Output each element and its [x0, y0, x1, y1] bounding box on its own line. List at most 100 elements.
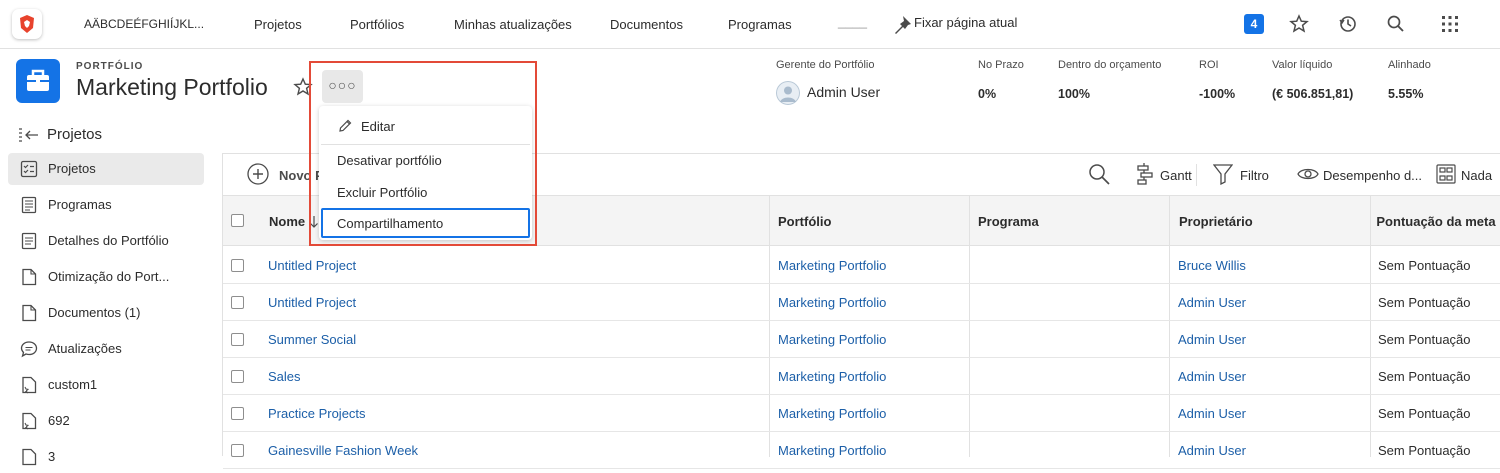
nav-programs[interactable]: Programas — [728, 17, 792, 32]
portfolio-header: PORTFÓLIO Marketing Portfolio ○○○ Gerent… — [0, 49, 1500, 117]
owner-link[interactable]: Admin User — [1178, 332, 1246, 347]
sidebar-item-692[interactable]: 692 — [8, 405, 204, 437]
view-selector[interactable]: Desempenho d... — [1323, 168, 1422, 183]
project-name-link[interactable]: Summer Social — [268, 332, 356, 347]
row-checkbox[interactable] — [231, 444, 244, 457]
search-icon[interactable] — [1087, 162, 1111, 186]
column-header-portfolio[interactable]: Portfólio — [778, 196, 831, 247]
table-row[interactable]: Gainesville Fashion Week Marketing Portfo… — [223, 432, 1500, 469]
sidebar-item-programs[interactable]: Programas — [8, 189, 204, 221]
sidebar-item-label: Programas — [48, 197, 112, 212]
portfolio-manager-label: Gerente do Portfólio — [776, 59, 875, 71]
group-by-icon[interactable] — [1436, 164, 1456, 184]
nav-blank-item[interactable]: ____ — [838, 14, 867, 29]
top-navigation-bar: AÄBCDEÉFGHIÍJKL... Projetos Portfólios M… — [0, 0, 1500, 49]
row-checkbox[interactable] — [231, 370, 244, 383]
group-by-selector[interactable]: Nada — [1461, 168, 1492, 183]
column-header-owner[interactable]: Proprietário — [1179, 196, 1253, 247]
custom-tab-icon — [20, 412, 38, 430]
net-value-value: (€ 506.851,81) — [1272, 87, 1354, 101]
toolbar-divider — [1196, 164, 1197, 186]
aligned-value: 5.55% — [1388, 87, 1424, 101]
notifications-badge[interactable]: 4 — [1244, 14, 1264, 34]
portfolio-manager-value[interactable]: Admin User — [807, 84, 880, 100]
sidebar-item-3[interactable]: 3 — [8, 441, 204, 473]
owner-link[interactable]: Admin User — [1178, 295, 1246, 310]
table-row[interactable]: Practice Projects Marketing Portfolio Admi… — [223, 395, 1500, 432]
on-time-value: 0% — [978, 87, 997, 101]
goal-score-cell: Sem Pontuação — [1378, 406, 1471, 421]
collapse-sidebar-icon[interactable] — [18, 127, 40, 143]
portfolio-link[interactable]: Marketing Portfolio — [778, 295, 886, 310]
goal-score-cell: Sem Pontuação — [1378, 369, 1471, 384]
portfolio-briefcase-icon — [16, 59, 60, 103]
table-row[interactable]: Untitled Project Marketing Portfolio Admin… — [223, 284, 1500, 321]
project-name-link[interactable]: Untitled Project — [268, 258, 356, 273]
table-row[interactable]: Summer Social Marketing Portfolio Admin Us… — [223, 321, 1500, 358]
on-time-label: No Prazo — [978, 59, 1024, 71]
optimizer-icon — [20, 268, 38, 286]
portfolio-link[interactable]: Marketing Portfolio — [778, 369, 886, 384]
nav-my-updates[interactable]: Minhas atualizações — [454, 17, 572, 32]
row-checkbox[interactable] — [231, 333, 244, 346]
portfolio-link[interactable]: Marketing Portfolio — [778, 332, 886, 347]
owner-link[interactable]: Admin User — [1178, 406, 1246, 421]
sidebar-item-label: Documentos (1) — [48, 305, 141, 320]
row-checkbox[interactable] — [231, 407, 244, 420]
sidebar-item-custom1[interactable]: custom1 — [8, 369, 204, 401]
sidebar-item-projects[interactable]: Projetos — [8, 153, 204, 185]
net-value-label: Valor líquido — [1272, 59, 1333, 71]
custom-tab-icon — [20, 448, 38, 466]
sidebar-item-optimizer[interactable]: Otimização do Port... — [8, 261, 204, 293]
filter-icon[interactable] — [1213, 163, 1233, 185]
nav-documents[interactable]: Documentos — [610, 17, 683, 32]
roi-label: ROI — [1199, 59, 1219, 71]
owner-link[interactable]: Admin User — [1178, 369, 1246, 384]
page-type-label: PORTFÓLIO — [76, 61, 144, 72]
table-row[interactable]: Sales Marketing Portfolio Admin User Sem Po… — [223, 358, 1500, 395]
column-header-program[interactable]: Programa — [978, 196, 1039, 247]
gantt-button[interactable]: Gantt — [1160, 168, 1192, 183]
roi-value: -100% — [1199, 87, 1236, 101]
chat-icon — [20, 340, 38, 358]
column-header-goal-score[interactable]: Pontuação da meta — [1371, 196, 1500, 247]
aligned-label: Alinhado — [1388, 59, 1431, 71]
page-title: Marketing Portfolio — [76, 74, 268, 100]
on-budget-label: Dentro do orçamento — [1058, 59, 1162, 71]
pin-page-label[interactable]: Fixar página atual — [914, 15, 1017, 30]
goal-score-cell: Sem Pontuação — [1378, 258, 1471, 273]
app-logo-icon[interactable] — [12, 9, 42, 39]
favorites-star-icon[interactable] — [1289, 14, 1309, 34]
nav-portfolios[interactable]: Portfólios — [350, 17, 404, 32]
goal-score-cell: Sem Pontuação — [1378, 295, 1471, 310]
portfolio-link[interactable]: Marketing Portfolio — [778, 258, 886, 273]
view-eye-icon[interactable] — [1297, 166, 1319, 182]
history-icon[interactable] — [1338, 14, 1358, 34]
add-circle-icon[interactable] — [247, 163, 269, 185]
details-icon — [20, 232, 38, 250]
sidebar-item-documents[interactable]: Documentos (1) — [8, 297, 204, 329]
gantt-icon[interactable] — [1136, 163, 1154, 185]
row-checkbox[interactable] — [231, 296, 244, 309]
project-name-link[interactable]: Untitled Project — [268, 295, 356, 310]
search-icon[interactable] — [1386, 14, 1406, 34]
goal-score-cell: Sem Pontuação — [1378, 332, 1471, 347]
app-name[interactable]: AÄBCDEÉFGHIÍJKL... — [84, 17, 204, 31]
nav-projects[interactable]: Projetos — [254, 17, 302, 32]
sidebar-item-updates[interactable]: Atualizações — [8, 333, 204, 365]
sidebar-item-label: 692 — [48, 413, 70, 428]
table-row[interactable]: Untitled Project Marketing Portfolio Bruce… — [223, 247, 1500, 284]
row-checkbox[interactable] — [231, 259, 244, 272]
sidebar-item-portfolio-details[interactable]: Detalhes do Portfólio — [8, 225, 204, 257]
on-budget-value: 100% — [1058, 87, 1090, 101]
sidebar-item-label: Atualizações — [48, 341, 122, 356]
portfolio-link[interactable]: Marketing Portfolio — [778, 406, 886, 421]
project-name-link[interactable]: Sales — [268, 369, 301, 384]
app-grid-icon[interactable] — [1440, 14, 1460, 34]
filter-button[interactable]: Filtro — [1240, 168, 1269, 183]
select-all-checkbox[interactable] — [231, 214, 244, 227]
sidebar-heading: Projetos — [47, 126, 103, 143]
programs-icon — [20, 196, 38, 214]
owner-link[interactable]: Bruce Willis — [1178, 258, 1246, 273]
project-name-link[interactable]: Practice Projects — [268, 406, 366, 421]
